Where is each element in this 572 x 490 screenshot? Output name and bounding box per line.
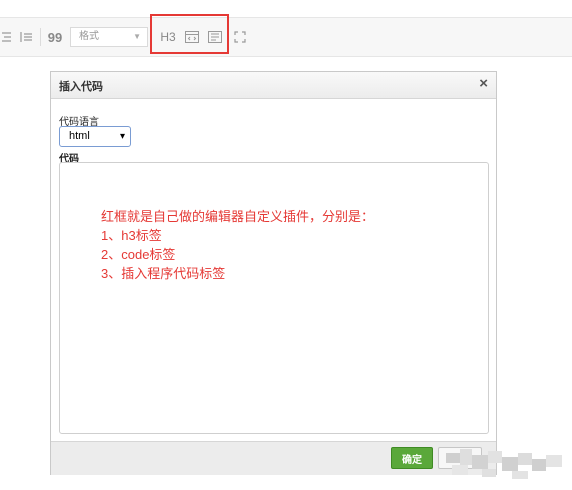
dialog-body: 代码语言 html ▾ 代码 红框就是自己做的编辑器自定义插件，分别是： 1、h…	[51, 99, 496, 441]
format-select-value: 格式	[79, 31, 99, 42]
indent-icon[interactable]	[16, 18, 36, 56]
chevron-down-icon: ▼	[133, 32, 141, 41]
format-select[interactable]: 格式 ▼	[70, 27, 148, 47]
fullscreen-icon[interactable]	[230, 18, 250, 56]
code-line: 2、code标签	[101, 247, 176, 262]
code-content: 红框就是自己做的编辑器自定义插件，分别是： 1、h3标签 2、code标签 3、…	[101, 207, 374, 283]
insert-code-dialog: 插入代码 × 代码语言 html ▾ 代码 红框就是自己做的编辑器自定义插件，分…	[50, 71, 497, 475]
code-textarea[interactable]: 红框就是自己做的编辑器自定义插件，分别是： 1、h3标签 2、code标签 3、…	[59, 162, 489, 434]
language-select[interactable]: html ▾	[59, 126, 131, 147]
chevron-down-icon: ▾	[119, 131, 125, 142]
editor-toolbar: 99 格式 ▼ H3	[0, 17, 572, 57]
quote-icon[interactable]: 99	[44, 18, 66, 56]
dialog-footer: 确定	[51, 441, 496, 475]
toolbar-divider	[40, 28, 41, 46]
code-line: 3、插入程序代码标签	[101, 266, 226, 281]
close-icon[interactable]: ×	[479, 75, 488, 92]
custom-plugins-highlight	[150, 14, 229, 54]
confirm-button[interactable]: 确定	[391, 447, 433, 469]
align-icon[interactable]	[0, 18, 14, 56]
code-line: 红框就是自己做的编辑器自定义插件，分别是：	[101, 209, 375, 224]
dialog-title: 插入代码	[59, 81, 103, 93]
dialog-header[interactable]: 插入代码 ×	[51, 72, 496, 99]
code-line: 1、h3标签	[101, 228, 162, 243]
language-select-value: html	[69, 130, 90, 142]
watermark	[442, 447, 568, 481]
